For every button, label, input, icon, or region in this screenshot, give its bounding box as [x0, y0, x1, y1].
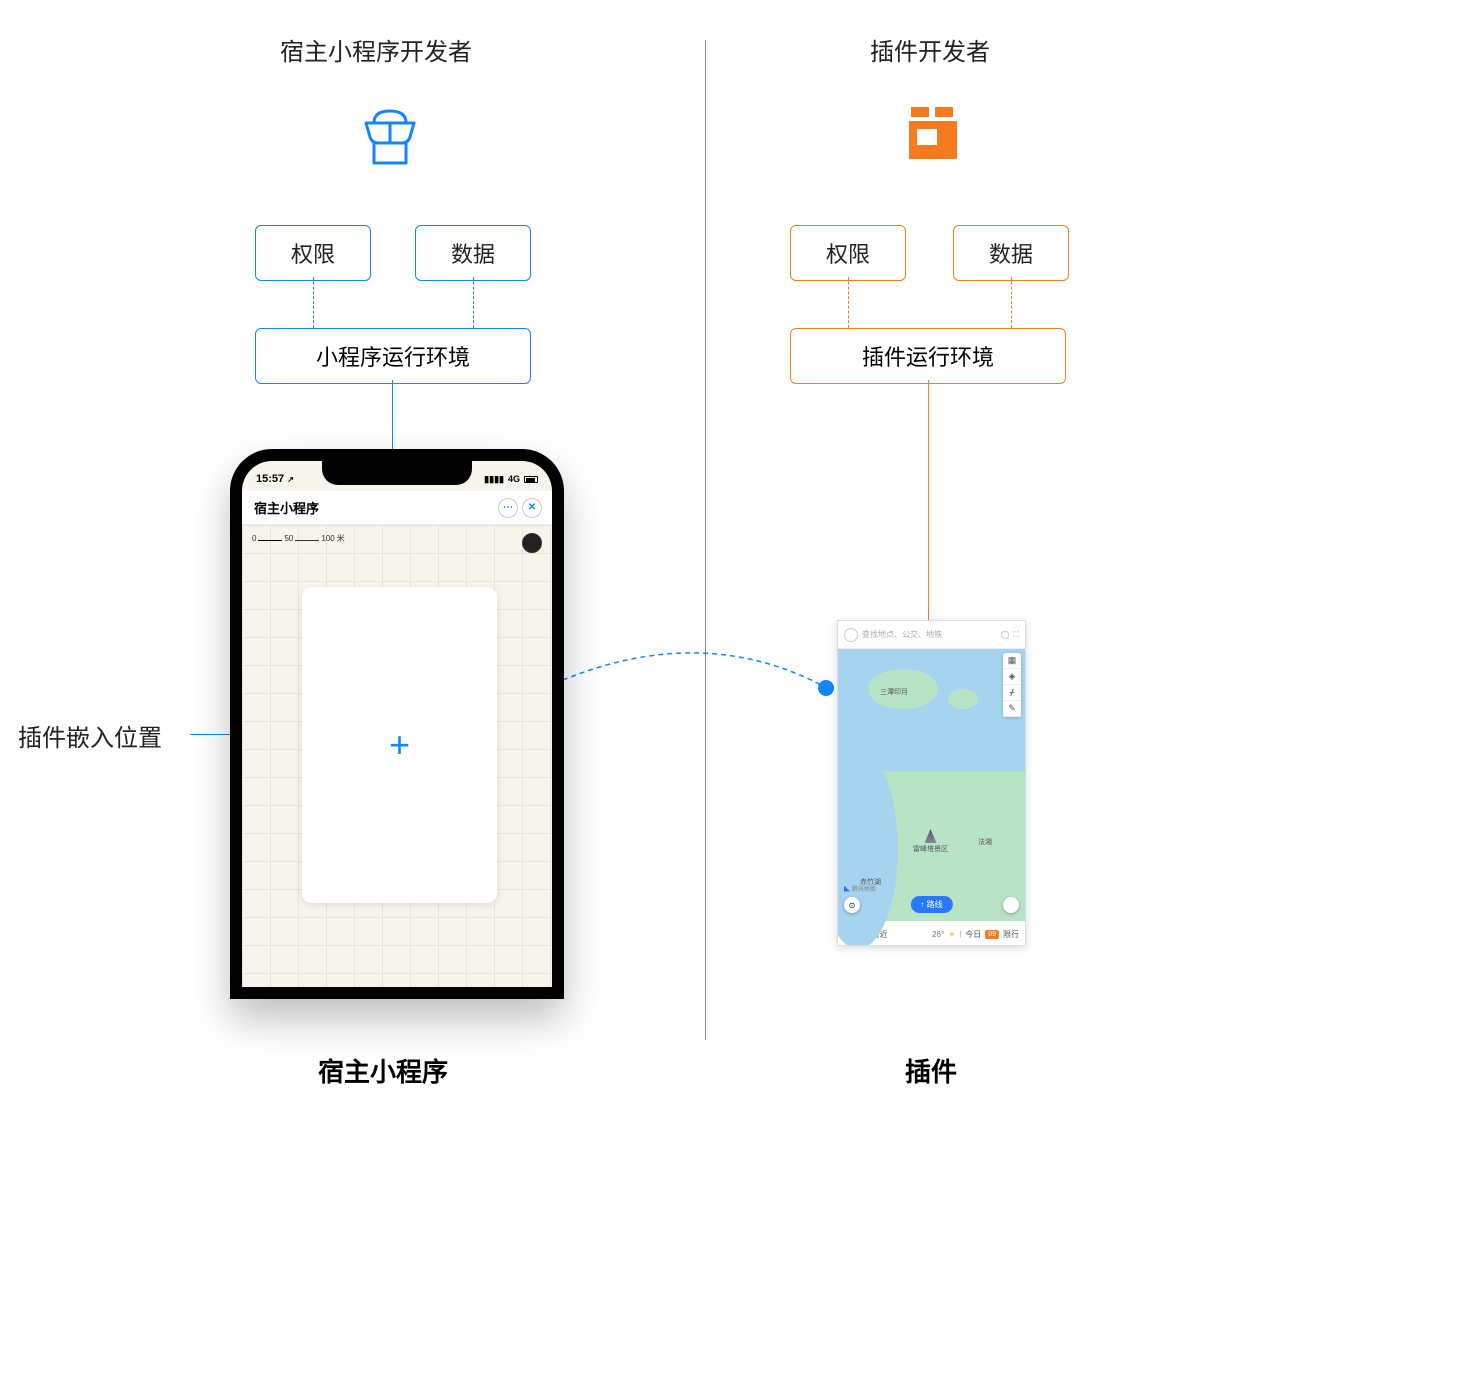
limit-badge: 09: [985, 930, 999, 939]
more-button[interactable]: ⋯: [498, 498, 518, 518]
plugin-embed-slot[interactable]: +: [302, 587, 497, 903]
map-attribution: ◣ 腾讯地图: [844, 884, 876, 893]
connector-line: [313, 277, 314, 328]
plugin-developer-title: 插件开发者: [870, 32, 990, 67]
traffic-limit-label: 限行: [1003, 929, 1019, 940]
locate-button[interactable]: ⊙: [844, 897, 860, 913]
miniprogram-navbar: 宿主小程序 ⋯ ✕: [242, 491, 552, 525]
plugin-permission-tag: 权限: [790, 225, 906, 281]
plus-icon: +: [389, 724, 410, 766]
plugin-map-area[interactable]: ▦ ◈ ᚋ ✎ 三潭印月 雷峰塔景区 法湘 赤竹湖 ◣ 腾讯地图 ⊙ ↑ 路线: [838, 649, 1025, 921]
connector-line: [848, 277, 849, 328]
map-scale-bar: 0 50 100 米: [252, 533, 345, 544]
host-data-tag: 数据: [415, 225, 531, 281]
walk-icon[interactable]: ᚋ: [1003, 685, 1021, 701]
embed-position-label: 插件嵌入位置: [18, 718, 162, 753]
plugin-search-bar[interactable]: 查找地点、公交、地铁 ◯ ⛶: [838, 621, 1025, 649]
battery-icon: [524, 476, 538, 483]
store-icon: [360, 105, 420, 165]
layer-toggle-button[interactable]: [1003, 897, 1019, 913]
compass-icon[interactable]: [522, 533, 542, 553]
scan-icon[interactable]: ⛶: [1013, 630, 1019, 640]
plugin-data-tag: 数据: [953, 225, 1069, 281]
plugin-footer-label: 插件: [905, 1052, 957, 1089]
pagoda-icon: [925, 829, 937, 843]
search-placeholder: 查找地点、公交、地铁: [862, 629, 996, 640]
weather-temp: 26°: [932, 930, 944, 939]
vertical-divider: [705, 40, 706, 1040]
miniprogram-runtime-env: 小程序运行环境: [255, 328, 531, 384]
plugin-to-slot-arrow: [525, 645, 855, 720]
network-label: 4G: [508, 474, 520, 484]
host-permission-tag: 权限: [255, 225, 371, 281]
route-button[interactable]: ↑ 路线: [910, 896, 952, 913]
poi-label: 法湘: [978, 837, 992, 847]
navbar-title: 宿主小程序: [254, 498, 319, 517]
status-time: 15:57 ↗: [256, 473, 294, 485]
route-arrow-icon: ↑: [920, 900, 924, 909]
close-button[interactable]: ✕: [522, 498, 542, 518]
connector-line: [392, 380, 393, 449]
map-toolbar[interactable]: ▦ ◈ ᚋ ✎: [1003, 653, 1021, 717]
layers-icon[interactable]: ◈: [1003, 669, 1021, 685]
connector-line: [1011, 277, 1012, 328]
map-canvas: 0 50 100 米 +: [242, 525, 552, 987]
connector-line: [473, 277, 474, 328]
report-icon[interactable]: ✎: [1003, 701, 1021, 717]
poi-label: 三潭印月: [880, 687, 908, 697]
user-avatar-icon: [844, 628, 858, 642]
connector-line: [928, 380, 929, 626]
traffic-icon[interactable]: ▦: [1003, 653, 1021, 669]
weather-icon: ☀: [948, 930, 955, 939]
phone-mockup: 15:57 ↗ ▮▮▮▮ 4G 宿主小程序 ⋯ ✕ 0: [230, 449, 564, 999]
voice-icon[interactable]: ◯: [1000, 630, 1009, 639]
plugin-runtime-env: 插件运行环境: [790, 328, 1066, 384]
package-icon: [905, 105, 961, 161]
signal-icon: ▮▮▮▮: [484, 474, 504, 485]
host-developer-title: 宿主小程序开发者: [280, 32, 472, 67]
poi-pagoda[interactable]: 雷峰塔景区: [913, 829, 948, 854]
phone-notch: [322, 461, 472, 485]
today-label: 今日: [965, 929, 981, 940]
host-footer-label: 宿主小程序: [318, 1052, 448, 1089]
arrow-origin-dot: [818, 680, 834, 696]
plugin-preview-card: 查找地点、公交、地铁 ◯ ⛶ ▦ ◈ ᚋ ✎ 三潭印月 雷峰塔景区 法湘 赤竹湖…: [837, 620, 1026, 946]
